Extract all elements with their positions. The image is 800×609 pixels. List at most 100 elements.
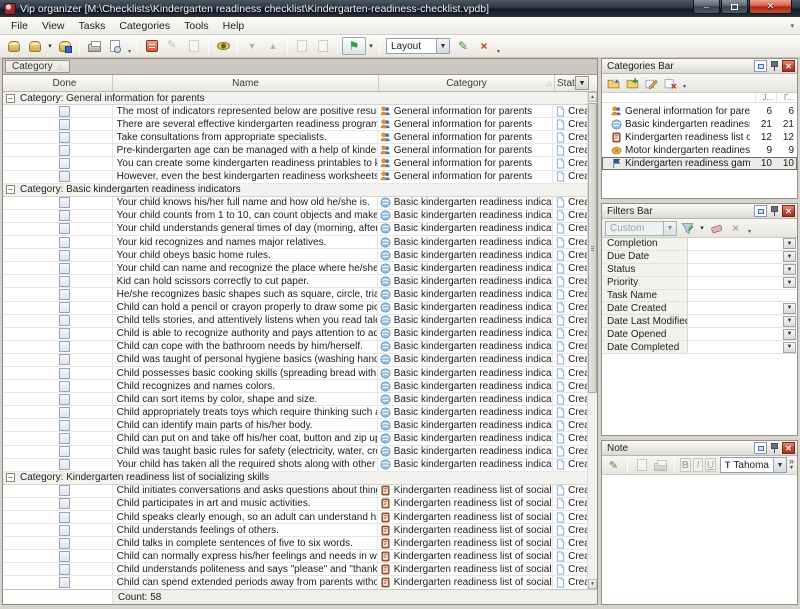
task-row[interactable]: Child can cope with the bathroom needs b… [3,341,587,354]
task-row[interactable]: Your child counts from 1 to 10, can coun… [3,210,587,223]
menu-tools[interactable]: Tools [177,18,216,34]
column-header-name[interactable]: Name [113,75,379,91]
task-row[interactable]: Kid can hold scissors correctly to cut p… [3,275,587,288]
edit-note-button[interactable]: ✎ [605,457,622,473]
done-checkbox[interactable] [59,577,70,588]
close-panel-button[interactable]: ✕ [782,60,795,72]
flag-view-button[interactable]: ⚑ [342,37,366,55]
status-filter-dropdown[interactable]: ▼ [575,76,589,90]
task-row[interactable]: Your child has taken all the required sh… [3,459,587,472]
group-by-category-button[interactable]: Category △ [5,60,70,73]
note-print-button[interactable] [652,457,669,473]
filters-toolbar-overflow-icon[interactable]: ▾ [746,228,753,237]
task-row[interactable]: Child was taught basic rules for safety … [3,446,587,459]
done-checkbox[interactable] [59,564,70,575]
category-tree-item[interactable]: General information for parents66 [602,105,797,118]
clear-filter-button[interactable] [708,220,725,236]
category-tree-item[interactable]: Motor kindergarten readiness activities9… [602,144,797,157]
menu-help[interactable]: Help [216,18,252,34]
done-checkbox[interactable] [59,171,70,182]
save-database-button[interactable] [55,36,75,56]
collapse-icon[interactable]: − [6,473,15,482]
task-row[interactable]: Your kid recognizes and names major rela… [3,236,587,249]
pin-panel-button[interactable] [768,205,781,217]
filter-dropdown-button[interactable]: ▼ [783,316,796,327]
done-checkbox[interactable] [59,145,70,156]
font-dropdown-icon[interactable]: ▼ [773,458,786,472]
menu-tasks[interactable]: Tasks [72,18,113,34]
layout-combobox[interactable]: Layout ▼ [386,38,450,54]
note-toolbar-overflow[interactable]: » ▾ [789,458,794,472]
task-row[interactable]: Child recognizes and names colors.Basic … [3,380,587,393]
new-subcategory-button[interactable] [624,75,641,91]
expand-all-button[interactable] [292,36,312,56]
done-checkbox[interactable] [59,354,70,365]
task-row[interactable]: You can create some kindergarten readine… [3,157,587,170]
close-panel-button[interactable]: ✕ [782,205,795,217]
filter-dropdown-button[interactable]: ▼ [783,251,796,262]
done-checkbox[interactable] [59,276,70,287]
filter-value-field[interactable] [688,238,783,250]
open-database-dropdown-icon[interactable]: ▾ [46,42,54,50]
bold-button[interactable]: B [680,458,691,472]
note-content[interactable] [602,475,797,604]
filter-dropdown-button[interactable]: ▼ [783,277,796,288]
done-checkbox[interactable] [59,302,70,313]
done-checkbox[interactable] [59,407,70,418]
done-checkbox[interactable] [59,433,70,444]
done-checkbox[interactable] [59,446,70,457]
task-row[interactable]: Child can normally express his/her feeli… [3,550,587,563]
group-header-row[interactable]: −Category: Kindergarten readiness list o… [3,472,587,485]
category-tree-item[interactable]: Basic kindergarten readiness indicators2… [602,118,797,131]
collapse-icon[interactable]: − [6,185,15,194]
filter-value-field[interactable] [688,302,783,314]
print-button[interactable] [84,36,104,56]
task-row[interactable]: Child can identify main parts of his/her… [3,419,587,432]
filter-dropdown-button[interactable]: ▼ [783,238,796,249]
filter-preset-dropdown-icon[interactable]: ▼ [663,222,676,235]
edit-category-button[interactable] [643,75,660,91]
filter-value-field[interactable] [688,341,783,353]
font-combobox[interactable]: TTahoma ▼ [720,457,787,473]
close-panel-button[interactable]: ✕ [782,442,795,454]
note-preview-button[interactable] [633,457,650,473]
task-row[interactable]: Child tells stories, and attentively lis… [3,315,587,328]
filter-dropdown-button[interactable]: ▼ [783,303,796,314]
task-row[interactable]: Child participates in art and music acti… [3,498,587,511]
categories-count-header-1[interactable]: J... [755,93,776,102]
task-row[interactable]: Child possesses basic cooking skills (sp… [3,367,587,380]
task-row[interactable]: Child appropriately treats toys which re… [3,406,587,419]
task-row[interactable]: Child understands politeness and says "p… [3,563,587,576]
done-checkbox[interactable] [59,289,70,300]
categories-toolbar-overflow-icon[interactable]: ▾ [681,83,688,92]
category-tree-item[interactable]: Kindergarten readiness games1010 [602,157,797,170]
italic-button[interactable]: I [693,458,704,472]
delete-filter-button[interactable]: × [727,220,744,236]
task-row[interactable]: Child was taught of personal hygiene bas… [3,354,587,367]
done-checkbox[interactable] [59,485,70,496]
task-row[interactable]: There are several effective kindergarten… [3,118,587,131]
done-checkbox[interactable] [59,250,70,261]
task-row[interactable]: However, even the best kindergarten read… [3,171,587,184]
menu-overflow-icon[interactable]: ▾ [790,22,794,30]
done-checkbox[interactable] [59,459,70,470]
edit-task-button[interactable] [163,36,183,56]
menu-view[interactable]: View [35,18,72,34]
menu-categories[interactable]: Categories [112,18,177,34]
done-checkbox[interactable] [59,381,70,392]
delete-task-button[interactable] [184,36,204,56]
float-panel-button[interactable] [754,60,767,72]
done-checkbox[interactable] [59,210,70,221]
layout-dropdown-icon[interactable]: ▼ [436,39,449,53]
maximize-button[interactable] [721,0,748,14]
task-row[interactable]: Your child understands general times of … [3,223,587,236]
float-panel-button[interactable] [754,205,767,217]
done-checkbox[interactable] [59,119,70,130]
group-header-row[interactable]: −Category: General information for paren… [3,92,587,105]
task-row[interactable]: Child understands feelings of others.Kin… [3,524,587,537]
done-checkbox[interactable] [59,525,70,536]
task-row[interactable]: The most of indicators represented below… [3,105,587,118]
done-checkbox[interactable] [59,512,70,523]
task-row[interactable]: Your child knows his/her full name and h… [3,197,587,210]
filter-preset-combobox[interactable]: Custom ▼ [605,221,677,236]
